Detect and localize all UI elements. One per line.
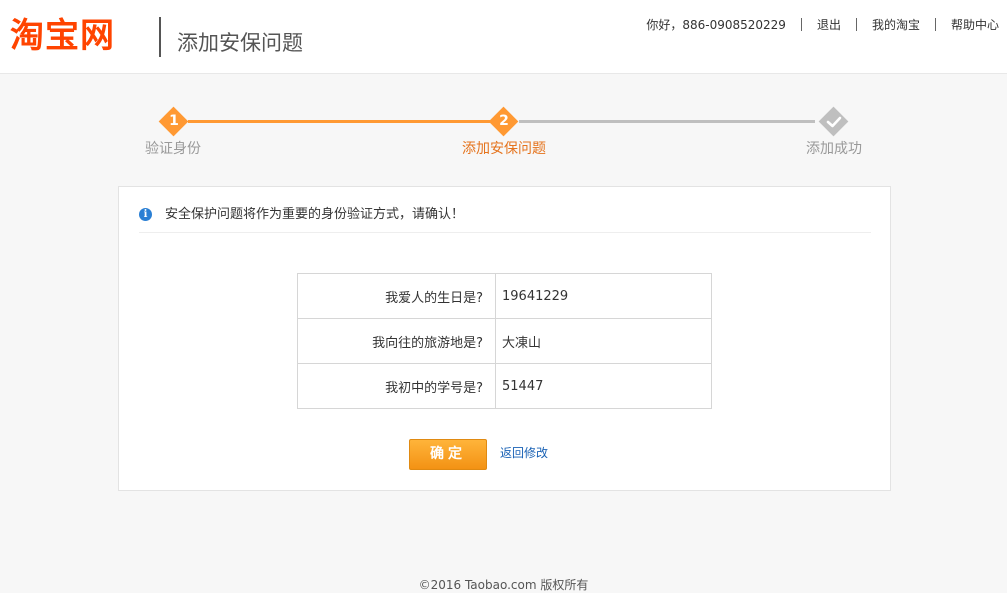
- step-2-label: 添加安保问题: [462, 141, 546, 157]
- footer-copyright: ©2016 Taobao.com 版权所有: [418, 578, 589, 592]
- progress-steps: 1 验证身份 2 添加安保问题 添加成功: [0, 105, 1007, 165]
- back-to-edit-link[interactable]: 返回修改: [500, 445, 548, 461]
- answer-cell: 51447: [495, 363, 712, 409]
- notice-bar: i 安全保护问题将作为重要的身份验证方式，请确认！: [139, 205, 871, 233]
- page-title: 添加安保问题: [177, 31, 303, 55]
- security-questions-table: 我爱人的生日是? 19641229 我向往的旅游地是? 大凍山 我初中的学号是?…: [297, 273, 712, 409]
- step-1-number: 1: [169, 113, 179, 129]
- step-2-number: 2: [499, 113, 509, 129]
- question-cell: 我初中的学号是?: [297, 363, 496, 409]
- top-nav: 你好，886-0908520229 退出 我的淘宝 帮助中心: [646, 16, 999, 32]
- step-3-label: 添加成功: [806, 141, 862, 157]
- answer-cell: 大凍山: [495, 318, 712, 364]
- nav-divider: [800, 17, 802, 31]
- notice-text: 安全保护问题将作为重要的身份验证方式，请确认！: [165, 207, 465, 222]
- confirm-card: i 安全保护问题将作为重要的身份验证方式，请确认！ 我爱人的生日是? 19641…: [118, 186, 891, 491]
- nav-divider: [934, 17, 936, 31]
- step-1-label: 验证身份: [145, 141, 201, 157]
- nav-divider: [855, 17, 857, 31]
- step-connector-done: [188, 120, 490, 123]
- step-connector-pending: [519, 120, 815, 123]
- confirm-button[interactable]: 确定: [409, 439, 487, 470]
- logout-link[interactable]: 退出: [817, 16, 841, 33]
- header: 淘宝网 添加安保问题 你好，886-0908520229 退出 我的淘宝 帮助中…: [0, 0, 1007, 74]
- table-row: 我初中的学号是? 51447: [297, 363, 712, 409]
- logo-divider: [159, 17, 161, 57]
- table-row: 我爱人的生日是? 19641229: [297, 273, 712, 319]
- checkmark-icon: [826, 116, 842, 128]
- help-center-link[interactable]: 帮助中心: [951, 16, 999, 33]
- my-taobao-link[interactable]: 我的淘宝: [872, 16, 920, 33]
- info-icon: i: [139, 208, 152, 221]
- question-cell: 我爱人的生日是?: [297, 273, 496, 319]
- table-row: 我向往的旅游地是? 大凍山: [297, 318, 712, 364]
- question-cell: 我向往的旅游地是?: [297, 318, 496, 364]
- user-greeting: 你好，886-0908520229: [646, 17, 786, 32]
- taobao-logo[interactable]: 淘宝网: [10, 14, 115, 58]
- answer-cell: 19641229: [495, 273, 712, 319]
